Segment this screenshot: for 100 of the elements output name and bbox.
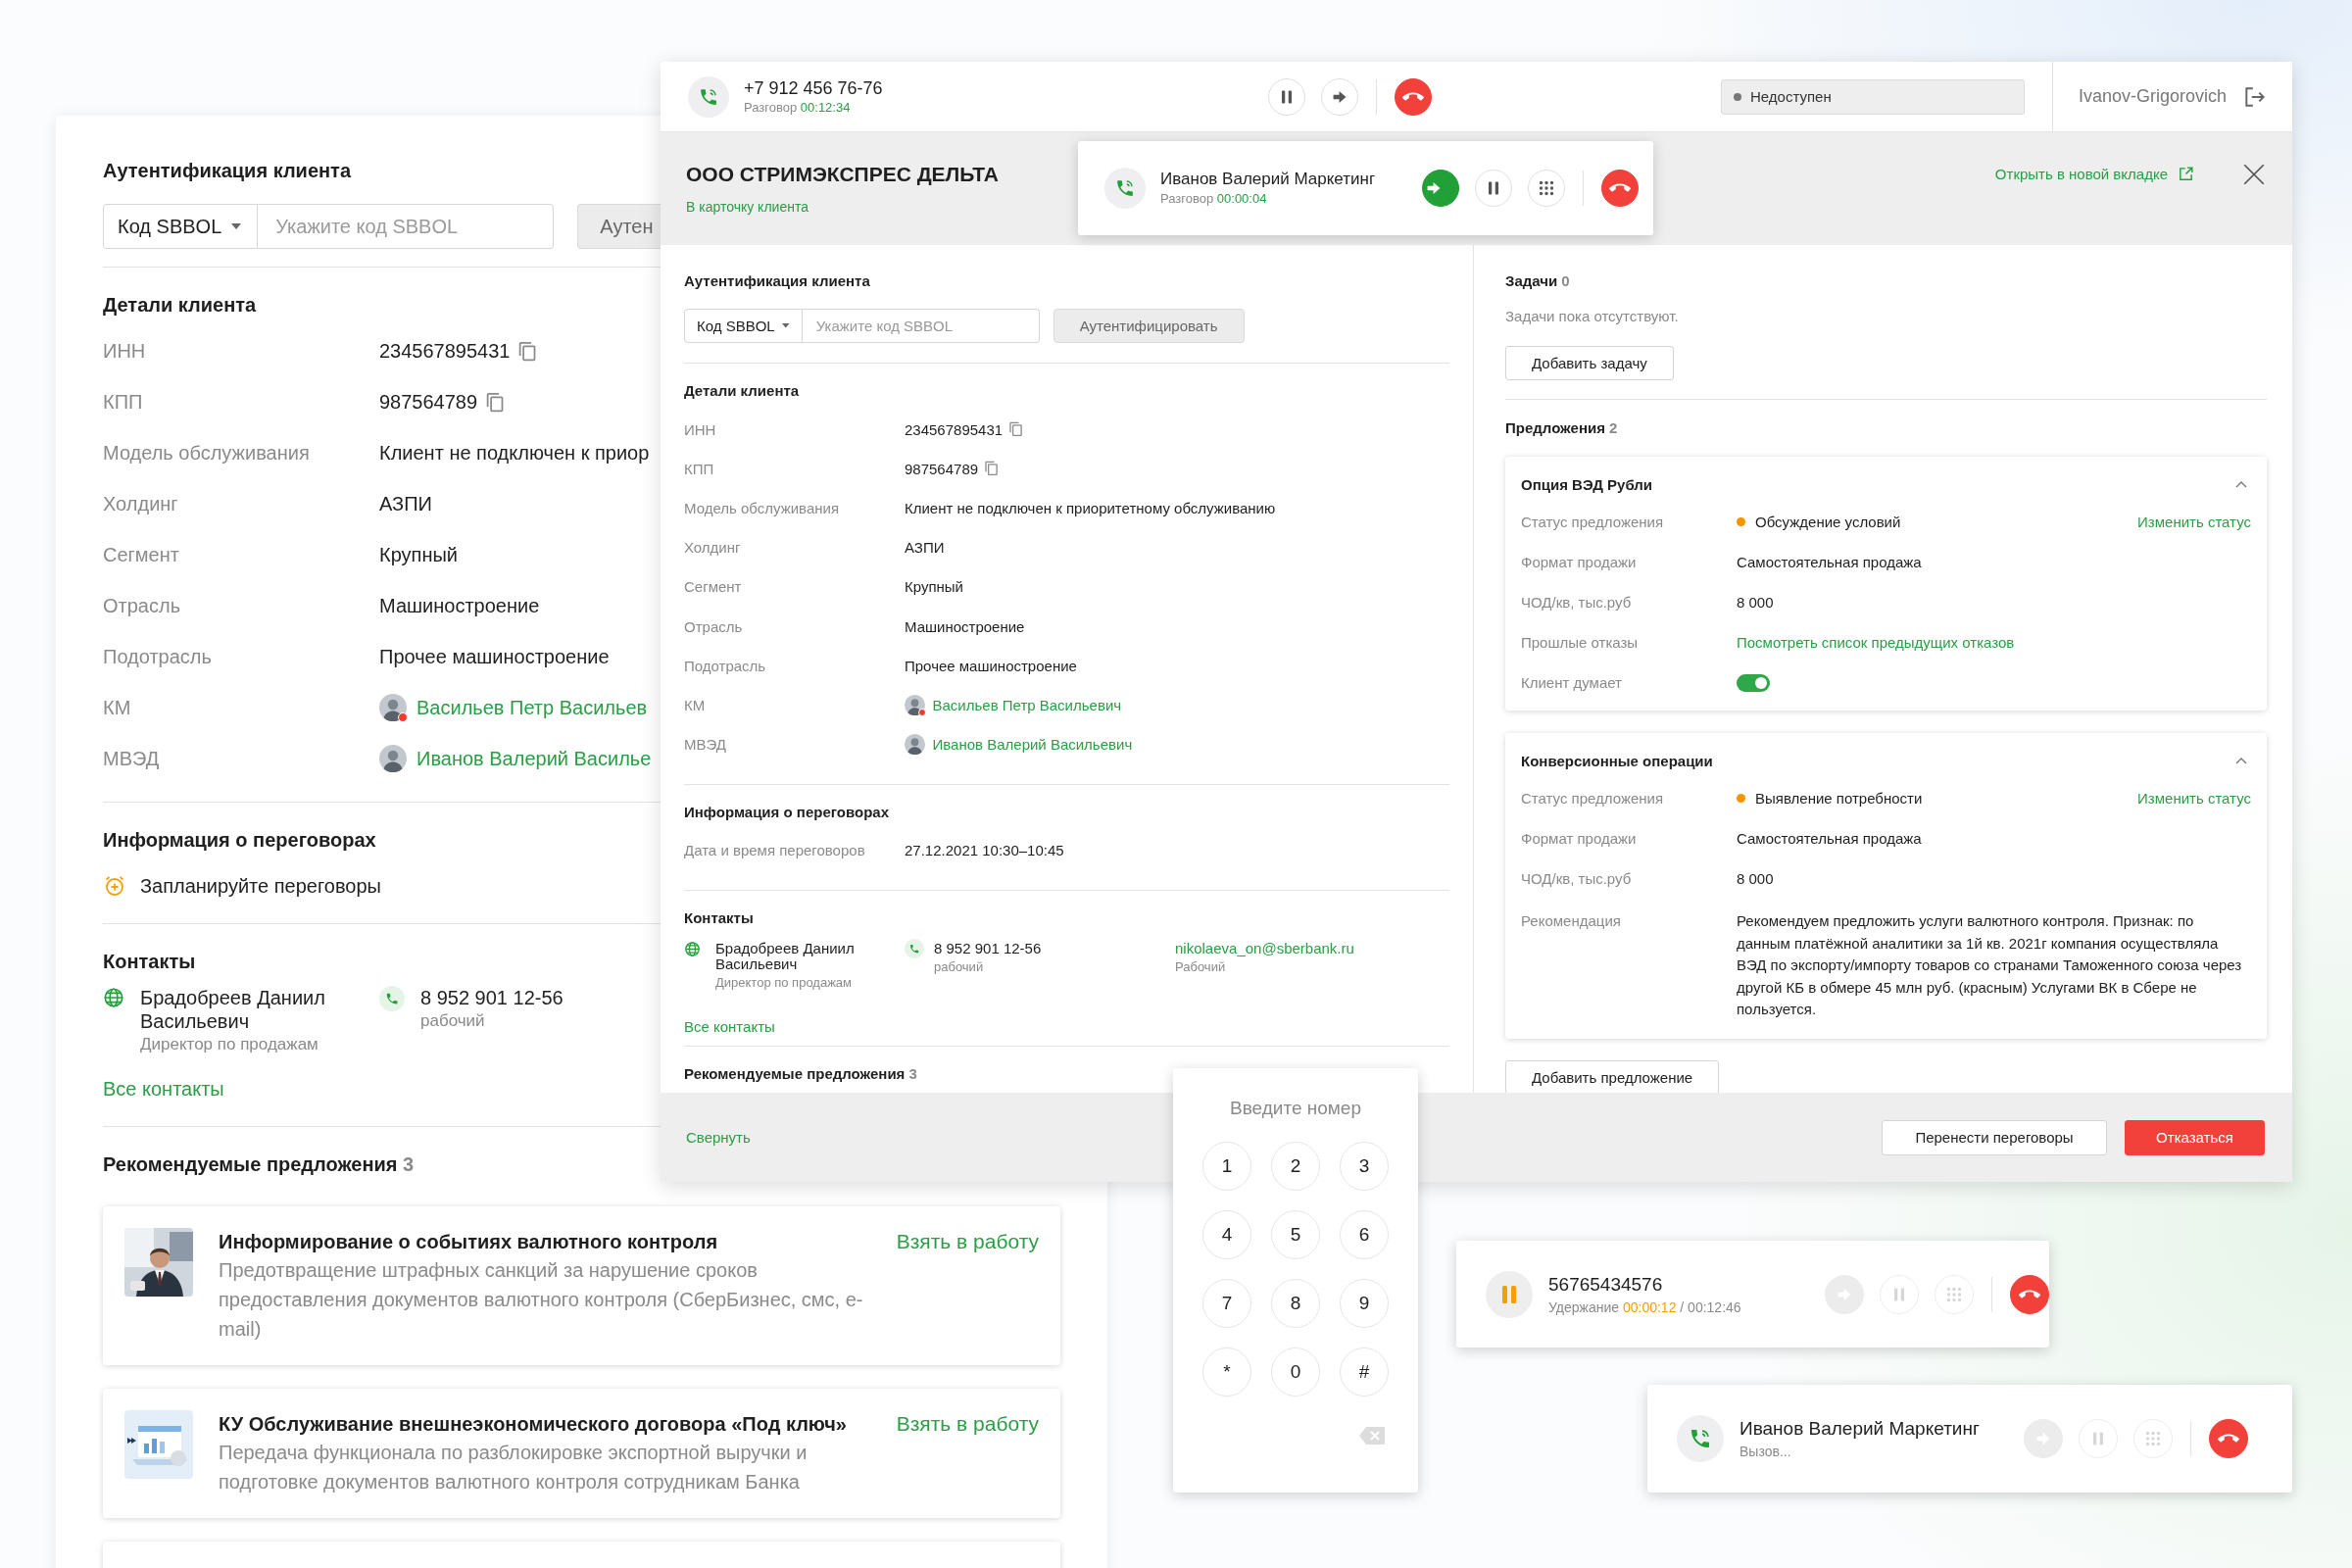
contact-role: Директор по продажам — [715, 975, 853, 992]
caller-name: Иванов Валерий Маркетинг — [1740, 1417, 1981, 1441]
field-label: Холдинг — [103, 492, 179, 515]
offer-description: Предотвращение штрафных санкций за нарушение сроков предоставления документов валютного контроля (СберБизнес, смс, e-mail) — [219, 1258, 864, 1342]
chevron-up-icon[interactable] — [2235, 480, 2247, 488]
alarm-clock-icon — [103, 874, 126, 898]
keypad-button[interactable] — [1528, 170, 1565, 207]
field-label: Формат продажи — [1521, 830, 1638, 847]
add-task-button[interactable]: Добавить задачу — [1505, 346, 1674, 380]
reschedule-button[interactable]: Перенести переговоры — [1882, 1119, 2107, 1155]
email-type: Рабочий — [1175, 959, 1227, 976]
field-label: МВЭД — [684, 736, 727, 754]
hang-up-button[interactable] — [2010, 1274, 2049, 1314]
decline-button[interactable]: Отказаться — [2125, 1119, 2265, 1155]
chevron-up-icon[interactable] — [2235, 757, 2247, 764]
dial-key[interactable]: 8 — [1271, 1279, 1320, 1328]
person-link[interactable]: Васильев Петр Васильевич — [932, 697, 1122, 713]
person-link[interactable]: Иванов Валерий Васильевич — [932, 736, 1133, 754]
schedule-link[interactable]: Запланируйте переговоры — [140, 874, 381, 898]
field-value: 234567895431 — [379, 339, 511, 363]
field-label: КМ — [684, 697, 707, 713]
person-link[interactable]: Васильев Петр Васильев — [416, 696, 648, 719]
field-label: Модель обслуживания — [103, 441, 311, 465]
status-dot — [918, 709, 926, 716]
field-label: Сегмент — [103, 543, 180, 566]
contact-name: Брадобреев Даниил Васильевич — [140, 986, 326, 1033]
field-label: Статус предложения — [1521, 790, 1665, 807]
code-input[interactable]: Укажите код SBBOL — [258, 204, 555, 249]
code-type-dropdown[interactable]: Код SBBOL — [103, 204, 259, 249]
backspace-icon — [1358, 1426, 1386, 1446]
field-value: Самостоятельная продажа — [1737, 554, 1922, 570]
status-dropdown[interactable]: Недоступен — [1721, 78, 2025, 115]
field-label: Клиент думает — [1521, 674, 1623, 691]
copy-icon[interactable] — [984, 461, 1000, 477]
dial-key[interactable]: 2 — [1271, 1142, 1320, 1191]
field-label: КПП — [103, 390, 144, 414]
field-value: Самостоятельная продажа — [1737, 830, 1922, 847]
section-title: Предложения 2 — [1505, 418, 1618, 438]
section-title: Информация о переговорах — [103, 828, 376, 852]
add-offer-button[interactable]: Добавить предложение — [1505, 1059, 1720, 1095]
company-name: ООО СТРИМЭКСПРЕС ДЕЛЬТА — [686, 162, 999, 187]
change-status-link[interactable]: Изменить статус — [2137, 514, 2251, 530]
take-to-work-link[interactable]: Взять в работу — [896, 1228, 1039, 1255]
change-status-link[interactable]: Изменить статус — [2137, 790, 2251, 807]
section-title: Рекомендуемые предложения 3 — [103, 1152, 415, 1176]
dial-key[interactable]: # — [1340, 1348, 1389, 1396]
offer-title: КУ Обслуживание внешнеэкономического договора «Под ключ» — [219, 1412, 848, 1437]
dial-key[interactable]: 4 — [1202, 1210, 1251, 1259]
take-to-work-link[interactable]: Взять в работу — [896, 1410, 1039, 1438]
dial-key[interactable]: 5 — [1271, 1210, 1320, 1259]
hang-up-button[interactable] — [1601, 170, 1639, 207]
field-label: Сегмент — [684, 578, 743, 596]
status-dot — [398, 712, 408, 722]
pause-button[interactable] — [1268, 77, 1305, 116]
field-value: 8 000 — [1737, 594, 1774, 611]
toggle-switch[interactable] — [1737, 673, 1770, 692]
close-button[interactable] — [2241, 162, 2267, 187]
section-title: Информация о переговорах — [684, 802, 889, 822]
field-value: Прочее машиностроение — [379, 645, 610, 668]
field-value: Прочее машиностроение — [905, 657, 1077, 674]
field-value: АЗПИ — [379, 492, 432, 515]
refusals-link[interactable]: Посмотреть список предыдущих отказов — [1737, 634, 2015, 651]
transfer-button[interactable] — [1422, 170, 1459, 207]
dial-key[interactable]: 0 — [1271, 1348, 1320, 1396]
field-label: ИНН — [103, 339, 147, 363]
field-value: АЗПИ — [905, 539, 945, 557]
section-title: Аутентификация клиента — [684, 271, 870, 291]
field-label: ИНН — [684, 420, 717, 438]
caret-icon — [782, 323, 790, 328]
all-contacts-link[interactable]: Все контакты — [684, 1018, 775, 1036]
field-label: Подотрасль — [103, 645, 213, 668]
hang-up-button[interactable] — [1395, 77, 1432, 116]
status-value: Обсуждение условий — [1755, 514, 1901, 530]
dial-key[interactable]: 6 — [1340, 1210, 1389, 1259]
field-value: Крупный — [379, 543, 458, 566]
phone-number: +7 912 456 76-76 — [744, 76, 884, 99]
code-input[interactable]: Укажите код SBBOL — [802, 309, 1040, 343]
field-label: Подотрасль — [684, 657, 767, 674]
authenticate-button[interactable]: Аутентифицировать — [1053, 309, 1245, 343]
dial-key[interactable]: * — [1202, 1348, 1251, 1396]
phone-number: 8 952 901 12-56 — [934, 941, 1042, 957]
all-contacts-link[interactable]: Все контакты — [103, 1078, 224, 1101]
person-link[interactable]: Иванов Валерий Василье — [416, 747, 652, 770]
field-label: Статус предложения — [1521, 514, 1665, 530]
hang-up-button[interactable] — [2209, 1419, 2248, 1458]
dial-key[interactable]: 1 — [1202, 1142, 1251, 1191]
dial-key[interactable]: 9 — [1340, 1279, 1389, 1328]
dialpad-title: Введите номер — [1230, 1097, 1361, 1120]
contact-role: Директор по продажам — [140, 1034, 319, 1055]
email-link[interactable]: nikolaeva_on@sberbank.ru — [1175, 941, 1354, 957]
offer-description: Передача функционала по разблокировке экспортной выручки и подготовке документов валютного контроля сотрудникам Банка — [219, 1441, 808, 1494]
code-type-dropdown[interactable]: Код SBBOL — [684, 309, 803, 343]
field-label: Холдинг — [684, 539, 742, 557]
dial-key[interactable]: 3 — [1340, 1142, 1389, 1191]
field-label: Формат продажи — [1521, 554, 1638, 570]
authenticate-button[interactable]: Аутен — [577, 204, 662, 249]
pause-button[interactable] — [1475, 170, 1512, 207]
user-name: Ivanov-Grigorovich — [2079, 86, 2228, 107]
copy-icon[interactable] — [1008, 421, 1024, 437]
dial-key[interactable]: 7 — [1202, 1279, 1251, 1328]
